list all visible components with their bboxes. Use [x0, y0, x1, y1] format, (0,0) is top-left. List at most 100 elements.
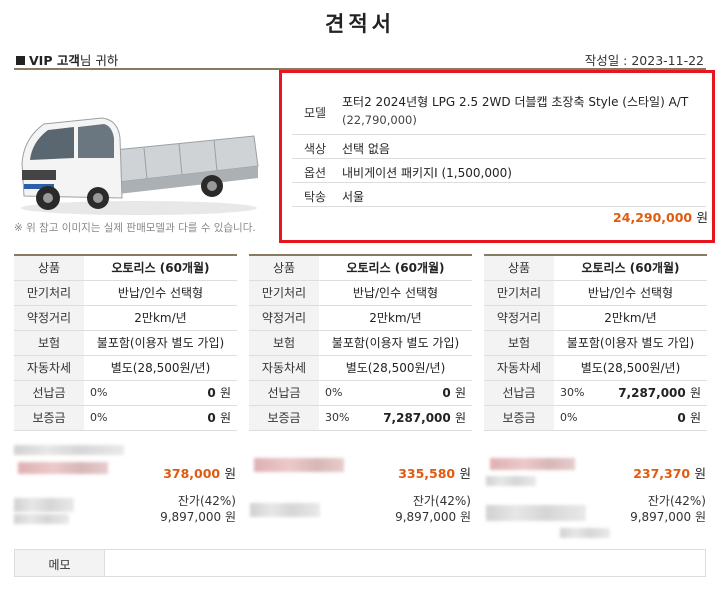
option-label: 약정거리 — [249, 305, 319, 331]
amount-value: 0 — [442, 386, 451, 400]
option-row-deposit: 보증금 0% 0 원 — [484, 405, 707, 431]
spec-value: 내비게이션 패키지Ⅰ (1,500,000) — [342, 166, 512, 180]
amount-value: 7,287,000 — [618, 386, 686, 400]
option-label: 보험 — [14, 330, 84, 356]
monthly-amount: 378,000 — [163, 466, 221, 481]
option-value: 반납/인수 선택형 — [84, 280, 237, 306]
option-label: 선납금 — [14, 380, 84, 406]
option-value: 2만km/년 — [319, 305, 472, 331]
option-row-product: 상품 오토리스 (60개월) — [484, 255, 707, 281]
amount-value: 0 — [207, 411, 216, 425]
model-price: (22,790,000) — [342, 113, 417, 127]
monthly-payment-3: 237,370 원 — [610, 463, 706, 482]
redacted-text — [250, 503, 320, 517]
option-row-deposit: 보증금 0% 0 원 — [14, 405, 237, 431]
option-label: 선납금 — [249, 380, 319, 406]
option-percent: 0% — [319, 380, 359, 406]
customer-suffix: 님 귀하 — [79, 53, 119, 68]
amount-unit: 원 — [454, 386, 466, 400]
redacted-text — [486, 505, 586, 521]
option-label: 약정거리 — [14, 305, 84, 331]
option-label: 약정거리 — [484, 305, 554, 331]
redacted-text — [14, 514, 69, 524]
memo-row: 메모 — [14, 549, 706, 577]
option-value: 2만km/년 — [84, 305, 237, 331]
spec-label: 모델 — [303, 106, 327, 120]
total-unit: 원 — [696, 210, 708, 225]
option-value: 별도(28,500원/년) — [84, 355, 237, 381]
option-amount: 0 원 — [594, 405, 707, 431]
redacted-text — [486, 476, 536, 486]
option-percent: 0% — [84, 380, 124, 406]
monthly-payment-2: 335,580 원 — [375, 463, 471, 482]
quote-option-2: 상품 오토리스 (60개월) 만기처리 반납/인수 선택형 약정거리 2만km/년 보험 불포… — [249, 254, 472, 431]
option-label: 상품 — [14, 255, 84, 281]
spec-row-color: 색상 선택 없음 — [292, 135, 706, 159]
option-percent: 30% — [554, 380, 594, 406]
option-row-distance: 약정거리 2만km/년 — [249, 305, 472, 331]
option-value: 반납/인수 선택형 — [554, 280, 707, 306]
amount-value: 0 — [207, 386, 216, 400]
option-label: 보증금 — [484, 405, 554, 431]
option-value: 불포함(이용자 별도 가입) — [84, 330, 237, 356]
quote-option-3: 상품 오토리스 (60개월) 만기처리 반납/인수 선택형 약정거리 2만km/년 보험 불포… — [484, 254, 707, 431]
spec-value: 선택 없음 — [342, 142, 390, 156]
quote-option-1: 상품 오토리스 (60개월) 만기처리 반납/인수 선택형 약정거리 2만km/년 보험 불포… — [14, 254, 237, 431]
option-row-car-tax: 자동차세 별도(28,500원/년) — [249, 355, 472, 381]
redacted-text — [14, 498, 74, 512]
option-amount: 7,287,000 원 — [359, 405, 472, 431]
option-label: 만기처리 — [14, 280, 84, 306]
option-amount: 7,287,000 원 — [594, 380, 707, 406]
option-row-product: 상품 오토리스 (60개월) — [14, 255, 237, 281]
option-label: 만기처리 — [249, 280, 319, 306]
residual-label: 잔가(42%) — [412, 494, 471, 508]
redacted-text — [560, 528, 610, 538]
customer-name: VIP 고객 — [29, 53, 80, 68]
option-value: 오토리스 (60개월) — [319, 255, 472, 281]
issue-date: 작성일 : 2023-11-22 — [584, 53, 704, 68]
amount-value: 7,287,000 — [383, 411, 451, 425]
spec-label: 색상 — [303, 142, 327, 156]
option-amount: 0 원 — [124, 380, 237, 406]
option-label: 만기처리 — [484, 280, 554, 306]
option-value: 오토리스 (60개월) — [554, 255, 707, 281]
spec-row-delivery: 탁송 서울 — [292, 183, 706, 207]
monthly-payment-1: 378,000 원 — [140, 463, 236, 482]
monthly-amount: 335,580 — [398, 466, 456, 481]
option-row-insurance: 보험 불포함(이용자 별도 가입) — [484, 330, 707, 356]
spec-value: 서울 — [342, 190, 365, 204]
option-row-car-tax: 자동차세 별도(28,500원/년) — [484, 355, 707, 381]
option-row-maturity: 만기처리 반납/인수 선택형 — [249, 280, 472, 306]
redacted-text — [14, 445, 124, 455]
amount-unit: 원 — [689, 386, 701, 400]
option-label: 보증금 — [14, 405, 84, 431]
monthly-unit: 원 — [694, 466, 706, 481]
option-percent: 0% — [84, 405, 124, 431]
option-row-deposit: 보증금 30% 7,287,000 원 — [249, 405, 472, 431]
amount-unit: 원 — [219, 386, 231, 400]
truck-image — [21, 117, 259, 215]
option-percent: 30% — [319, 405, 359, 431]
option-table: 상품 오토리스 (60개월) 만기처리 반납/인수 선택형 약정거리 2만km/년 보험 불포… — [14, 254, 237, 431]
option-row-distance: 약정거리 2만km/년 — [14, 305, 237, 331]
option-table: 상품 오토리스 (60개월) 만기처리 반납/인수 선택형 약정거리 2만km/년 보험 불포… — [484, 254, 707, 431]
image-disclaimer: ※ 위 참고 이미지는 실제 판매모델과 다를 수 있습니다. — [14, 222, 256, 234]
option-value: 불포함(이용자 별도 가입) — [319, 330, 472, 356]
option-row-insurance: 보험 불포함(이용자 별도 가입) — [14, 330, 237, 356]
residual-value-2: 잔가(42%) 9,897,000 원 — [365, 493, 471, 525]
option-row-product: 상품 오토리스 (60개월) — [249, 255, 472, 281]
option-row-maturity: 만기처리 반납/인수 선택형 — [484, 280, 707, 306]
monthly-amount: 237,370 — [633, 466, 691, 481]
spec-model-value: 포터2 2024년형 LPG 2.5 2WD 더블캡 초장축 Style (스타… — [338, 88, 706, 134]
option-value: 별도(28,500원/년) — [554, 355, 707, 381]
amount-unit: 원 — [454, 411, 466, 425]
memo-field[interactable] — [105, 550, 705, 576]
option-value: 별도(28,500원/년) — [319, 355, 472, 381]
customer-greeting: VIP 고객님 귀하 — [16, 50, 118, 69]
option-label: 자동차세 — [14, 355, 84, 381]
total-price: 24,290,000 원 — [613, 207, 708, 226]
residual-label: 잔가(42%) — [647, 494, 706, 508]
amount-unit: 원 — [689, 411, 701, 425]
option-value: 2만km/년 — [554, 305, 707, 331]
option-table: 상품 오토리스 (60개월) 만기처리 반납/인수 선택형 약정거리 2만km/년 보험 불포… — [249, 254, 472, 431]
